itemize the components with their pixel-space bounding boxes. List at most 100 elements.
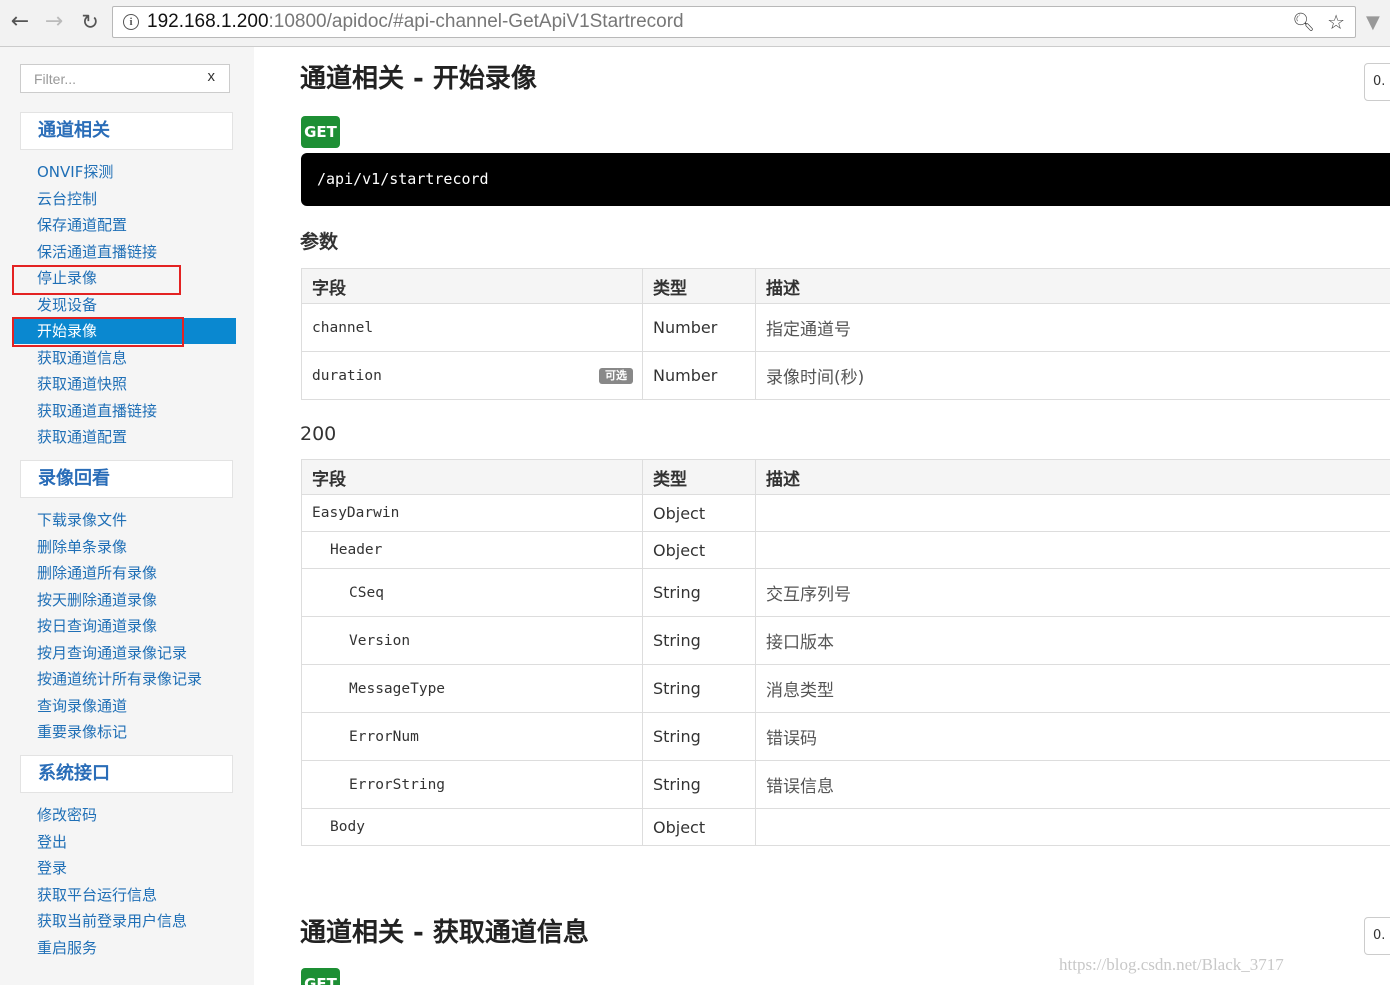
type-cell: String: [642, 664, 756, 713]
nav-item[interactable]: 按日查询通道录像: [37, 616, 157, 636]
main-content: 通道相关 - 开始录像 0. GET /api/v1/startrecord 参…: [254, 47, 1390, 985]
nav-header-system: 系统接口: [20, 755, 233, 793]
desc-cell: 指定通道号: [755, 303, 1390, 352]
type-cell: String: [642, 712, 756, 761]
nav-item[interactable]: 按天删除通道录像: [37, 590, 157, 610]
desc-cell: 消息类型: [755, 664, 1390, 713]
desc-cell: 录像时间(秒): [755, 351, 1390, 400]
version-select[interactable]: 0.: [1364, 63, 1390, 101]
nav-item[interactable]: 获取通道配置: [37, 427, 127, 447]
field-cell: ErrorString: [301, 760, 643, 809]
nav-item[interactable]: 登录: [37, 858, 67, 878]
info-icon[interactable]: i: [123, 14, 139, 30]
table-row: channel Number 指定通道号: [301, 303, 1390, 352]
desc-cell: 交互序列号: [755, 568, 1390, 617]
desc-cell: [755, 808, 1390, 846]
type-cell: String: [642, 616, 756, 665]
filter-clear-button[interactable]: x: [208, 68, 216, 85]
field-cell: MessageType: [301, 664, 643, 713]
response-header-row: 字段 类型 描述: [301, 459, 1390, 495]
field-cell: Header: [301, 531, 643, 569]
field-cell: CSeq: [301, 568, 643, 617]
field-cell: Version: [301, 616, 643, 665]
field-name: channel: [312, 319, 374, 336]
field-cell: EasyDarwin: [301, 494, 643, 532]
nav-header-recording: 录像回看: [20, 460, 233, 498]
response-heading: 200: [300, 423, 337, 445]
bookmark-star-icon[interactable]: ☆: [1327, 10, 1345, 34]
table-row: EasyDarwin Object: [301, 494, 1390, 532]
nav-item[interactable]: 获取平台运行信息: [37, 885, 157, 905]
params-heading: 参数: [300, 231, 339, 253]
next-version-select[interactable]: 0.: [1364, 917, 1390, 955]
nav-item[interactable]: 修改密码: [37, 805, 97, 825]
nav-item[interactable]: 删除通道所有录像: [37, 563, 157, 583]
type-cell: String: [642, 568, 756, 617]
type-cell: Object: [642, 531, 756, 569]
nav-item[interactable]: 获取当前登录用户信息: [37, 911, 187, 931]
nav-item[interactable]: 按通道统计所有录像记录: [37, 669, 202, 689]
highlight-box-stop-record: [12, 265, 181, 295]
field-cell: channel: [301, 303, 643, 352]
nav-header-channel: 通道相关: [20, 112, 233, 150]
type-cell: Number: [642, 303, 756, 352]
params-table: 字段 类型 描述 channel Number 指定通道号 duration 可选…: [301, 268, 1390, 400]
column-header-type: 类型: [642, 459, 756, 495]
field-cell: ErrorNum: [301, 712, 643, 761]
nav-item[interactable]: 获取通道快照: [37, 374, 127, 394]
forward-arrow-icon[interactable]: →: [40, 8, 68, 36]
next-method-badge: GET: [301, 968, 340, 985]
optional-badge: 可选: [599, 367, 633, 384]
type-cell: Number: [642, 351, 756, 400]
table-row: ErrorString String 错误信息: [301, 760, 1390, 809]
desc-cell: 错误信息: [755, 760, 1390, 809]
endpoint-url: /api/v1/startrecord: [301, 153, 1390, 206]
desc-cell: [755, 494, 1390, 532]
nav-item[interactable]: 按月查询通道录像记录: [37, 643, 187, 663]
table-row: CSeq String 交互序列号: [301, 568, 1390, 617]
column-header-type: 类型: [642, 268, 756, 304]
field-name: duration: [312, 367, 382, 384]
column-header-desc: 描述: [755, 268, 1390, 304]
nav-item[interactable]: 重要录像标记: [37, 722, 127, 742]
nav-item[interactable]: ONVIF探测: [37, 162, 113, 182]
watermark: https://blog.csdn.net/Black_3717: [1059, 955, 1284, 974]
column-header-field: 字段: [301, 459, 643, 495]
nav-item[interactable]: 云台控制: [37, 189, 97, 209]
nav-item[interactable]: 重启服务: [37, 938, 97, 958]
url-text: 192.168.1.200:10800/apidoc/#api-channel-…: [147, 11, 684, 33]
browser-toolbar: ← → ↻ i 192.168.1.200:10800/apidoc/#api-…: [0, 0, 1390, 47]
highlight-box-start-record: [12, 317, 184, 347]
field-cell: Body: [301, 808, 643, 846]
nav-item[interactable]: 查询录像通道: [37, 696, 127, 716]
filter-box: x: [20, 64, 230, 93]
url-path: :10800/apidoc/#api-channel-GetApiV1Start…: [268, 11, 684, 32]
extension-icon[interactable]: ▼: [1366, 12, 1380, 33]
nav-item[interactable]: 保存通道配置: [37, 215, 127, 235]
nav-item[interactable]: 获取通道直播链接: [37, 401, 157, 421]
column-header-field: 字段: [301, 268, 643, 304]
reload-icon[interactable]: ↻: [76, 8, 104, 36]
nav-item[interactable]: 获取通道信息: [37, 348, 127, 368]
filter-input[interactable]: [21, 65, 201, 92]
nav-item[interactable]: 下载录像文件: [37, 510, 127, 530]
nav-item[interactable]: 发现设备: [37, 295, 97, 315]
nav-item[interactable]: 登出: [37, 832, 67, 852]
nav-item[interactable]: 保活通道直播链接: [37, 242, 157, 262]
type-cell: Object: [642, 494, 756, 532]
table-row: Header Object: [301, 531, 1390, 569]
column-header-desc: 描述: [755, 459, 1390, 495]
address-bar[interactable]: i 192.168.1.200:10800/apidoc/#api-channe…: [112, 6, 1356, 38]
desc-cell: 错误码: [755, 712, 1390, 761]
next-section-title: 通道相关 - 获取通道信息: [300, 918, 589, 948]
response-table: 字段 类型 描述 EasyDarwin Object Header Object…: [301, 459, 1390, 846]
sidebar: x 通道相关 ONVIF探测 云台控制 保存通道配置 保活通道直播链接 停止录像…: [0, 47, 254, 985]
params-header-row: 字段 类型 描述: [301, 268, 1390, 304]
zoom-icon[interactable]: 🔍︎: [1292, 12, 1315, 33]
back-arrow-icon[interactable]: ←: [6, 8, 34, 36]
page-title: 通道相关 - 开始录像: [300, 64, 537, 94]
desc-cell: [755, 531, 1390, 569]
desc-cell: 接口版本: [755, 616, 1390, 665]
nav-item[interactable]: 删除单条录像: [37, 537, 127, 557]
type-cell: String: [642, 760, 756, 809]
